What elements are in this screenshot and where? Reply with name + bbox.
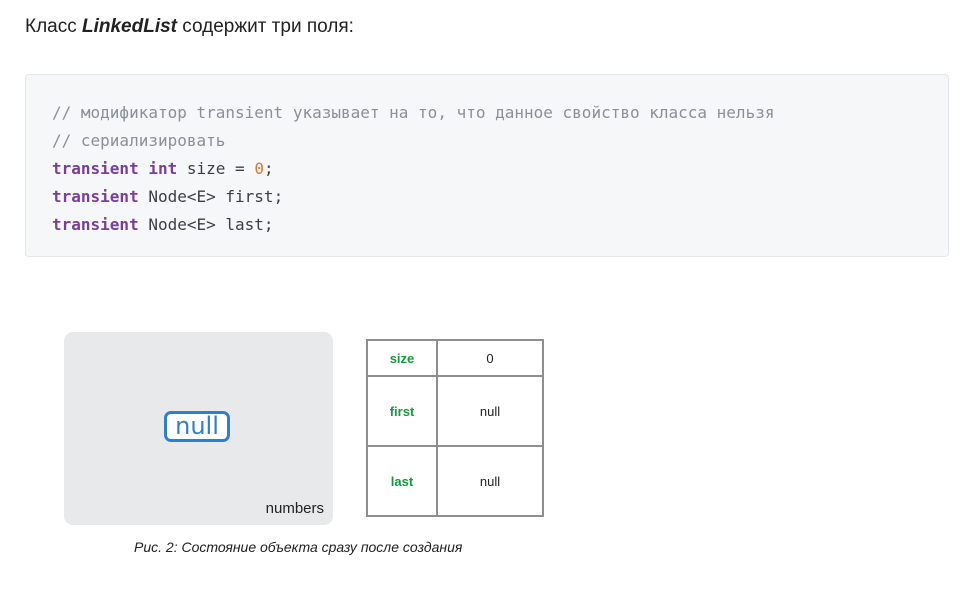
code-line-size: transient int size = 0; [52,155,774,183]
code-line-comment-2: // сериализировать [52,127,774,155]
field-name: size [366,339,438,377]
code-keyword: transient [52,159,139,178]
code-lines: // модификатор transient указывает на то… [52,99,774,239]
field-value: null [436,445,544,517]
intro-prefix: Класс [25,16,82,37]
code-text: Node<E> last; [138,215,274,234]
intro-suffix: содержит три поля: [177,16,354,37]
code-text: size = [177,159,255,178]
code-text: Node<E> first; [138,187,284,206]
table-row: last null [366,445,544,517]
code-text: ; [263,159,274,178]
code-number: 0 [254,159,264,178]
field-value: null [436,375,544,447]
code-block: // модификатор transient указывает на то… [25,74,949,257]
code-comment: // сериализировать [52,131,226,150]
code-keyword: int [148,159,178,178]
null-reference-box: null [164,411,230,442]
code-comment: // модификатор transient указывает на то… [52,103,775,122]
class-name: LinkedList [82,16,178,37]
field-name: first [366,375,438,447]
numbers-variable-panel: null numbers [64,332,333,525]
code-keyword: transient [52,187,139,206]
table-row: size 0 [366,339,544,377]
variable-name-label: numbers [265,500,324,517]
field-name: last [366,445,438,517]
code-line-first: transient Node<E> first; [52,183,774,211]
intro-text: Класс LinkedList содержит три поля: [25,16,354,38]
code-line-comment-1: // модификатор transient указывает на то… [52,99,774,127]
object-fields-table: size 0 first null last null [366,339,544,517]
code-line-last: transient Node<E> last; [52,211,774,239]
field-value: 0 [436,339,544,377]
figure-caption: Рис. 2: Состояние объекта сразу после со… [134,539,463,555]
code-keyword: transient [52,215,139,234]
table-row: first null [366,375,544,447]
